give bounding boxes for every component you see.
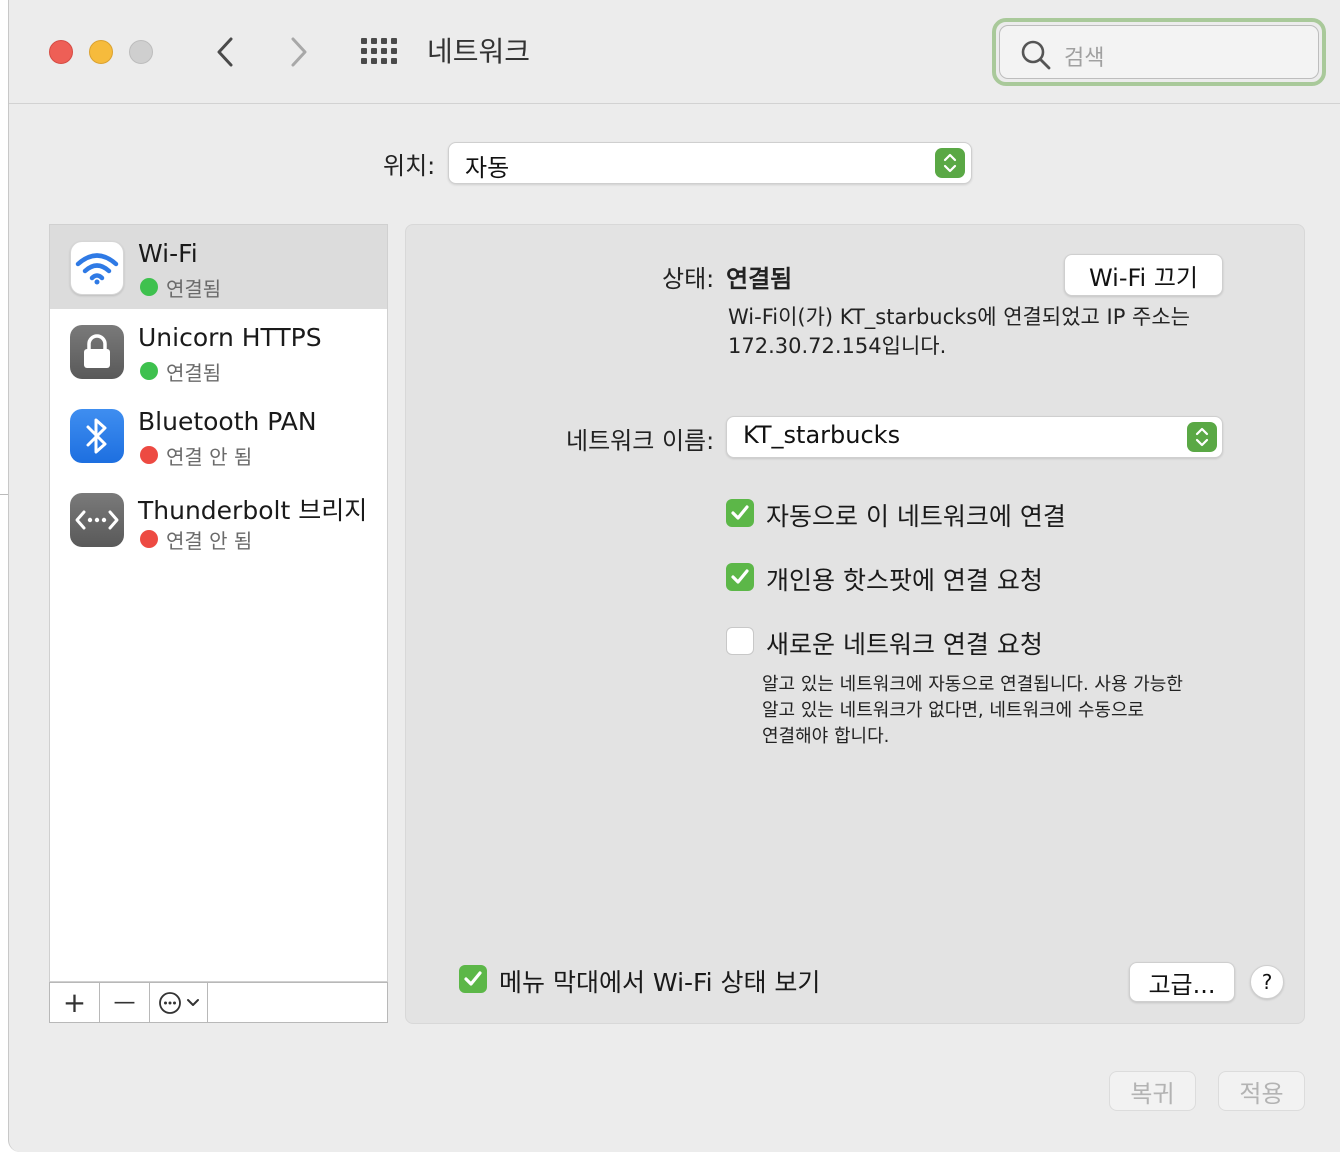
ask-new-description-line3: 연결해야 합니다.	[762, 726, 890, 747]
lock-icon	[70, 325, 124, 379]
auto-join-checkbox[interactable]	[726, 499, 754, 527]
show-all-grid-button[interactable]	[359, 38, 397, 66]
advanced-button[interactable]: 고급...	[1129, 962, 1235, 1002]
forward-button[interactable]	[279, 30, 319, 74]
titlebar: 네트워크 검색	[9, 0, 1340, 104]
chevron-down-icon	[186, 998, 199, 1006]
network-name-select[interactable]: KT_starbucks	[726, 416, 1223, 458]
service-item-wifi[interactable]: Wi-Fi 연결됨	[50, 225, 387, 309]
checkmark-icon	[464, 971, 482, 986]
close-window-button[interactable]	[49, 40, 73, 64]
remove-service-button[interactable]: —	[100, 983, 150, 1022]
ellipsis-circle-icon	[158, 991, 181, 1014]
updown-stepper-icon	[935, 148, 965, 178]
location-label: 위치:	[383, 152, 436, 180]
wifi-off-button[interactable]: Wi-Fi 끄기	[1064, 254, 1223, 296]
auto-join-label: 자동으로 이 네트워크에 연결	[766, 502, 1066, 531]
chevron-left-icon	[217, 37, 233, 67]
service-status: 연결됨	[166, 361, 222, 385]
location-select[interactable]: 자동	[448, 142, 972, 184]
status-dot	[140, 446, 158, 464]
service-name: Thunderbolt 브리지	[138, 496, 368, 525]
search-icon	[1021, 40, 1051, 70]
menubar-status-label: 메뉴 막대에서 Wi-Fi 상태 보기	[499, 968, 821, 997]
status-dot	[140, 278, 158, 296]
checkmark-icon	[731, 505, 749, 520]
network-preferences-window: 네트워크 검색 위치: 자동 Wi-Fi 연결됨 Unicorn HTTPS 연…	[8, 0, 1340, 1152]
network-name-label: 네트워크 이름:	[566, 427, 715, 455]
status-description-line2: 172.30.72.154입니다.	[728, 334, 947, 358]
service-status: 연결됨	[166, 277, 222, 301]
help-button[interactable]: ?	[1250, 965, 1284, 999]
status-dot	[140, 362, 158, 380]
hotspot-checkbox[interactable]	[726, 563, 754, 591]
ask-new-network-checkbox[interactable]	[726, 627, 754, 655]
service-item-thunderbolt-bridge[interactable]: Thunderbolt 브리지 연결 안 됨	[50, 477, 387, 561]
back-button[interactable]	[205, 30, 245, 74]
service-list-toolbar: + —	[49, 982, 388, 1023]
service-status: 연결 안 됨	[166, 529, 253, 553]
bluetooth-icon	[70, 409, 124, 463]
minimize-window-button[interactable]	[89, 40, 113, 64]
chevron-right-icon	[291, 37, 307, 67]
status-value: 연결됨	[726, 265, 793, 293]
action-menu-button[interactable]	[150, 983, 208, 1022]
zoom-window-button[interactable]	[129, 40, 153, 64]
status-label: 상태:	[662, 265, 715, 293]
checkmark-icon	[731, 569, 749, 584]
updown-stepper-icon	[1187, 422, 1217, 452]
status-dot	[140, 530, 158, 548]
service-item-unicorn-https[interactable]: Unicorn HTTPS 연결됨	[50, 309, 387, 393]
search-field[interactable]: 검색	[992, 18, 1326, 86]
ask-new-description-line2: 알고 있는 네트워크가 없다면, 네트워크에 수동으로	[762, 700, 1145, 721]
service-name: Unicorn HTTPS	[138, 323, 322, 352]
thunderbolt-bridge-icon	[70, 493, 124, 547]
service-status: 연결 안 됨	[166, 445, 253, 469]
service-list: Wi-Fi 연결됨 Unicorn HTTPS 연결됨 Bluetooth PA…	[49, 224, 388, 982]
apply-button[interactable]: 적용	[1218, 1071, 1305, 1111]
menubar-status-checkbox[interactable]	[459, 965, 487, 993]
service-name: Bluetooth PAN	[138, 407, 317, 436]
service-item-bluetooth-pan[interactable]: Bluetooth PAN 연결 안 됨	[50, 393, 387, 477]
window-title: 네트워크	[427, 35, 531, 68]
service-name: Wi-Fi	[138, 239, 198, 268]
add-service-button[interactable]: +	[50, 983, 100, 1022]
status-description-line1: Wi-Fi이(가) KT_starbucks에 연결되었고 IP 주소는	[728, 305, 1190, 329]
wifi-icon	[70, 241, 124, 295]
network-name-value: KT_starbucks	[743, 421, 901, 449]
ask-new-network-label: 새로운 네트워크 연결 요청	[766, 630, 1043, 659]
hotspot-label: 개인용 핫스팟에 연결 요청	[766, 566, 1043, 595]
search-placeholder: 검색	[1064, 46, 1105, 71]
revert-button[interactable]: 복귀	[1109, 1071, 1196, 1111]
ask-new-description-line1: 알고 있는 네트워크에 자동으로 연결됩니다. 사용 가능한	[762, 674, 1183, 695]
location-value: 자동	[465, 154, 510, 182]
network-detail-panel: 상태: 연결됨 Wi-Fi 끄기 Wi-Fi이(가) KT_starbucks에…	[405, 224, 1305, 1024]
